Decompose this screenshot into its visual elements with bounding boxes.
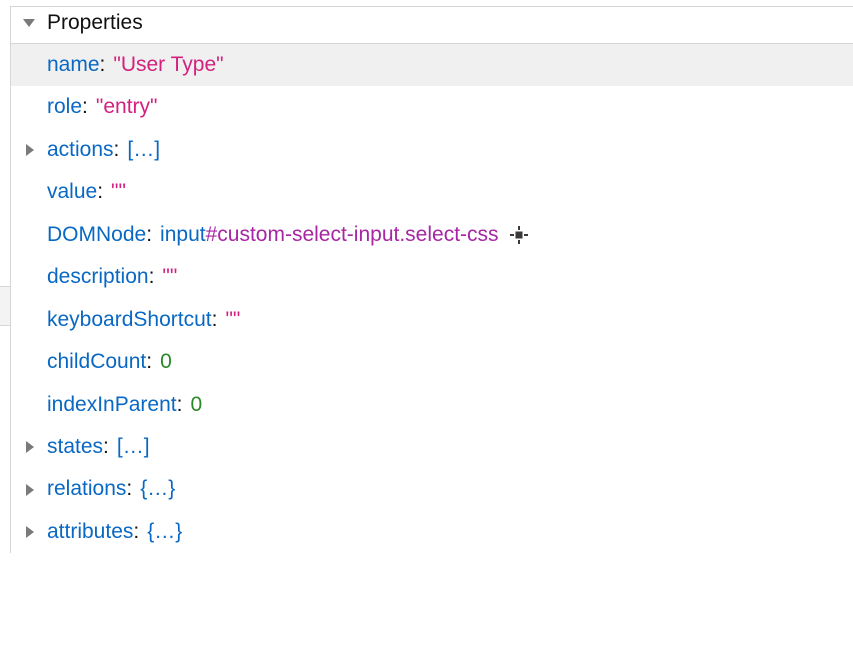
prop-key: description [47, 262, 149, 292]
prop-preview[interactable]: […] [127, 135, 160, 165]
domnode-tag: input [160, 223, 206, 246]
prop-value: "User Type" [113, 50, 223, 80]
properties-panel: Properties name: "User Type" role: "entr… [10, 6, 853, 553]
prop-key: value [47, 177, 97, 207]
prop-value: "" [162, 262, 177, 292]
properties-header[interactable]: Properties [11, 7, 853, 44]
prop-key: role [47, 92, 82, 122]
prop-key: name [47, 50, 100, 80]
prop-value: "entry" [96, 92, 158, 122]
prop-value: "" [111, 177, 126, 207]
prop-key: states [47, 432, 103, 462]
prop-value: "" [225, 305, 240, 335]
prop-row-childcount[interactable]: childCount: 0 [11, 341, 853, 383]
chevron-right-icon[interactable] [26, 484, 34, 496]
prop-row-actions[interactable]: actions: […] [11, 129, 853, 171]
domnode-value[interactable]: input#custom-select-input.select-css [160, 220, 498, 250]
prop-row-relations[interactable]: relations: {…} [11, 468, 853, 510]
prop-key: DOMNode [47, 220, 146, 250]
prop-row-value[interactable]: value: "" [11, 171, 853, 213]
sidebar-edge [0, 286, 10, 326]
prop-preview[interactable]: {…} [140, 474, 175, 504]
prop-key: childCount [47, 347, 146, 377]
chevron-right-icon[interactable] [26, 526, 34, 538]
prop-key: indexInParent [47, 390, 177, 420]
prop-preview[interactable]: […] [117, 432, 150, 462]
prop-key: relations [47, 474, 126, 504]
prop-row-states[interactable]: states: […] [11, 426, 853, 468]
chevron-right-icon[interactable] [26, 441, 34, 453]
prop-key: actions [47, 135, 114, 165]
domnode-class: .select-css [399, 223, 498, 246]
prop-row-domnode[interactable]: DOMNode: input#custom-select-input.selec… [11, 214, 853, 256]
prop-key: keyboardShortcut [47, 305, 212, 335]
section-title: Properties [47, 11, 143, 35]
domnode-id: #custom-select-input [206, 223, 400, 246]
prop-row-description[interactable]: description: "" [11, 256, 853, 298]
prop-row-indexinparent[interactable]: indexInParent: 0 [11, 384, 853, 426]
prop-key: attributes [47, 517, 133, 547]
chevron-right-icon[interactable] [26, 144, 34, 156]
properties-list: name: "User Type" role: "entry" actions:… [11, 44, 853, 553]
prop-value: 0 [160, 347, 172, 377]
prop-row-name[interactable]: name: "User Type" [11, 44, 853, 86]
prop-value: 0 [190, 390, 202, 420]
inspect-node-icon[interactable] [509, 225, 529, 245]
prop-row-role[interactable]: role: "entry" [11, 86, 853, 128]
chevron-down-icon [23, 19, 35, 27]
prop-preview[interactable]: {…} [147, 517, 182, 547]
prop-row-attributes[interactable]: attributes: {…} [11, 511, 853, 553]
prop-row-keyboardshortcut[interactable]: keyboardShortcut: "" [11, 299, 853, 341]
